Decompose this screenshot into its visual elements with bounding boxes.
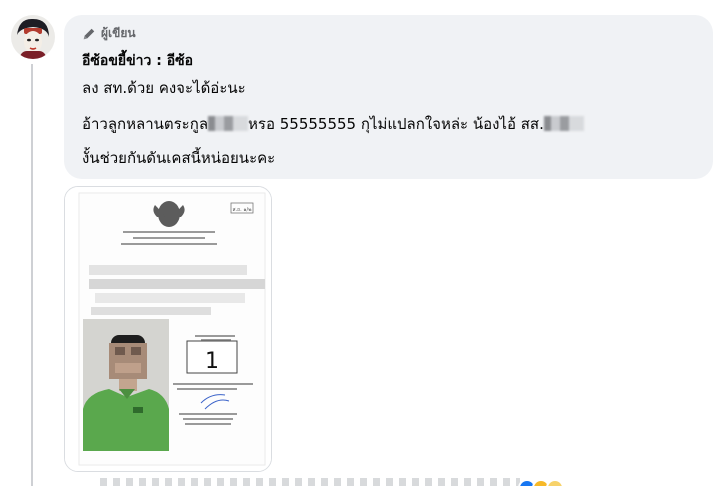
author-badge-label: ผู้เขียน (101, 26, 136, 40)
thread-line (31, 64, 33, 486)
form-tag: ส.ถ. ๑/๒ (232, 207, 251, 213)
pencil-icon (83, 28, 95, 39)
comment-text-line: ลง สท.ด้วย คงจะได้อ่ะนะ (82, 79, 246, 97)
user-avatar[interactable] (11, 15, 55, 59)
comment-text-line: งั้นช่วยกันดันเคสนี้หน่อยนะคะ (82, 149, 276, 167)
censored-text (208, 116, 249, 131)
attached-photo[interactable]: ส.ถ. ๑/๒ 1 (64, 186, 272, 472)
censored-text (543, 116, 584, 131)
author-badge: ผู้เขียน (82, 24, 136, 43)
comment-text-line: อ้าวลูกหลานตระกูล หรอ 55555555 กุไม่แปลกใ… (82, 112, 584, 136)
comment-text-segment: อ้าวลูกหลานตระกูล (82, 115, 209, 133)
action-bar-clipped (100, 478, 520, 486)
wow-reaction-icon (546, 479, 564, 486)
comment-text-segment: หรอ 55555555 กุไม่แปลกใจหล่ะ น้องไอ้ สส. (248, 115, 544, 133)
candidate-form-image: ส.ถ. ๑/๒ 1 (65, 187, 271, 471)
author-name-link[interactable]: อีซ้อขยี้ข่าว : อีซ้อ (82, 50, 193, 72)
candidate-number: 1 (205, 349, 219, 374)
user-avatar-icon (11, 15, 55, 59)
candidate-photo (83, 319, 169, 451)
